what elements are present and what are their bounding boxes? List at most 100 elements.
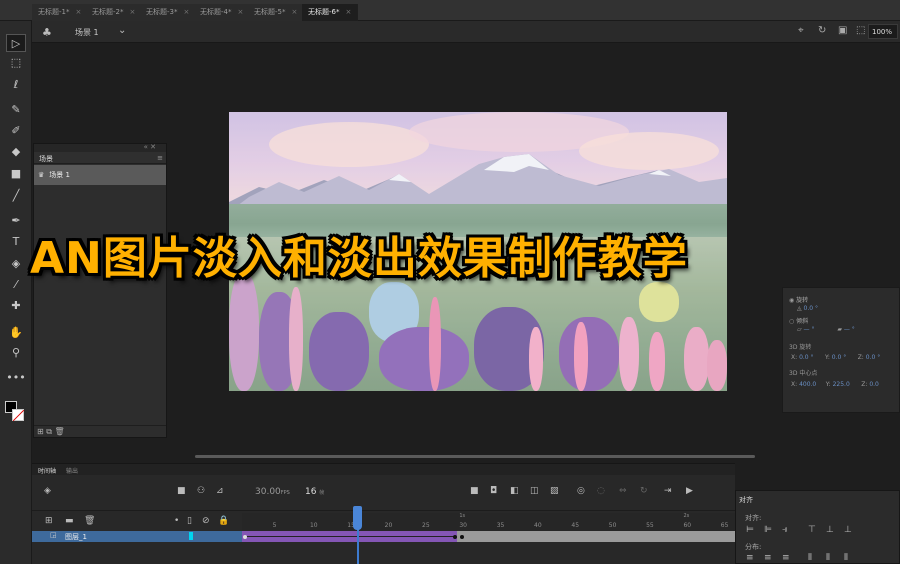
layer-frames[interactable] bbox=[242, 531, 735, 542]
text-tool-icon[interactable]: T bbox=[6, 233, 26, 251]
center-values[interactable]: X: 400.0 Y: 225.0 Z: 0.0 bbox=[791, 381, 879, 388]
layer-color-marker[interactable] bbox=[189, 532, 193, 540]
skew-values[interactable]: ▱ — ° ▰ — ° bbox=[797, 326, 855, 333]
layer-row[interactable]: ◲ 图层_1 bbox=[32, 531, 242, 542]
distribute-top-icon[interactable]: ≡ bbox=[746, 553, 754, 563]
camera-icon[interactable]: ■ bbox=[177, 486, 186, 496]
tab-doc-1[interactable]: 无标题-1* × bbox=[32, 4, 89, 21]
line-tool-icon[interactable]: ╱ bbox=[6, 187, 26, 205]
hand-tool-icon[interactable]: ✋ bbox=[6, 324, 26, 342]
eyedropper-tool-icon[interactable]: ⁄ bbox=[6, 276, 26, 294]
zoom-tool-icon[interactable]: ⚲ bbox=[6, 344, 26, 362]
onion-skin-icon[interactable]: ◎ bbox=[577, 486, 585, 496]
close-icon[interactable]: × bbox=[237, 8, 243, 16]
play-icon[interactable]: ▶ bbox=[686, 486, 693, 496]
align-top-icon[interactable]: ⊤ bbox=[808, 525, 816, 535]
tab-doc-4[interactable]: 无标题-4* × bbox=[194, 4, 251, 21]
step-icon[interactable]: ◧ bbox=[510, 486, 519, 496]
center-stage-icon[interactable]: ⌖ bbox=[798, 25, 804, 36]
align-middle-v-icon[interactable]: ⊥ bbox=[826, 525, 834, 535]
record-icon[interactable]: ◘ bbox=[490, 486, 497, 496]
fit-icon[interactable]: ⬚ bbox=[856, 25, 865, 36]
list-item-scene[interactable]: ♛ 场景 1 bbox=[34, 165, 166, 185]
keyframe-start[interactable] bbox=[243, 535, 247, 539]
scene-selector-label[interactable]: 场景 1 bbox=[75, 27, 99, 38]
zoom-input[interactable]: 100% bbox=[868, 24, 898, 39]
collapse-icon[interactable]: « ✕ bbox=[144, 143, 156, 151]
align-left-icon[interactable]: ⊨ bbox=[746, 525, 754, 535]
cz-value[interactable]: 0.0 bbox=[869, 381, 879, 388]
z-value[interactable]: 0.0 ° bbox=[866, 354, 880, 361]
skew-value-1[interactable]: — ° bbox=[804, 326, 815, 333]
blank-keyframe-icon[interactable]: ▨ bbox=[550, 486, 559, 496]
cx-value[interactable]: 400.0 bbox=[799, 381, 816, 388]
duplicate-scene-icon[interactable]: ⧉ bbox=[46, 427, 52, 436]
close-icon[interactable]: × bbox=[291, 8, 297, 16]
fps-display[interactable]: 30.00FPS bbox=[255, 487, 290, 497]
tab-doc-5[interactable]: 无标题-5* × bbox=[248, 4, 305, 21]
close-icon[interactable]: × bbox=[129, 8, 135, 16]
skew-value-2[interactable]: — ° bbox=[844, 326, 855, 333]
new-layer-icon[interactable]: ⊞ bbox=[45, 516, 53, 526]
current-frame-value[interactable]: 16 bbox=[305, 487, 316, 497]
keyframe-end[interactable] bbox=[460, 535, 465, 539]
insert-keyframe-icon[interactable]: ◫ bbox=[530, 486, 539, 496]
free-transform-tool-icon[interactable]: ⬚ bbox=[6, 54, 26, 72]
visibility-icon[interactable]: ⊘ bbox=[202, 516, 210, 526]
brush-tool-icon[interactable]: ✎ bbox=[6, 101, 26, 119]
motion-tween-span[interactable] bbox=[242, 531, 458, 542]
y-value[interactable]: 0.0 ° bbox=[832, 354, 846, 361]
align-bottom-icon[interactable]: ⊥ bbox=[844, 525, 852, 535]
more-tools-icon[interactable]: ••• bbox=[6, 369, 26, 387]
delete-scene-icon[interactable]: 🗑 bbox=[55, 427, 65, 436]
stage-horizontal-scrollbar[interactable] bbox=[195, 455, 755, 458]
close-icon[interactable]: × bbox=[183, 8, 189, 16]
panel-menu-icon[interactable]: ≡ bbox=[157, 154, 163, 162]
pen-tool-icon[interactable]: ✒ bbox=[6, 212, 26, 230]
fill-color-swatch[interactable] bbox=[12, 409, 24, 421]
eraser-tool-icon[interactable]: ◆ bbox=[6, 143, 26, 161]
rotate-value[interactable]: ◬ 0.0 ° bbox=[797, 305, 818, 312]
lasso-tool-icon[interactable]: ℓ bbox=[6, 76, 26, 94]
tab-doc-3[interactable]: 无标题-3* × bbox=[140, 4, 197, 21]
clip-content-icon[interactable]: ▣ bbox=[838, 25, 847, 36]
onion-outline-icon[interactable]: ◌ bbox=[597, 486, 605, 496]
graph-icon[interactable]: ⊿ bbox=[216, 486, 224, 496]
current-frame-display[interactable]: 16 帧 bbox=[305, 487, 324, 497]
frame-ruler[interactable]: 1s 5 10 15 20 25 30 2s 35 40 45 50 55 60 65 bbox=[242, 513, 735, 531]
playhead-handle[interactable] bbox=[353, 506, 363, 530]
add-scene-icon[interactable]: ⊞ bbox=[37, 427, 44, 436]
tab-doc-2[interactable]: 无标题-2* × bbox=[86, 4, 143, 21]
tab-doc-6[interactable]: 无标题-6* × bbox=[302, 4, 359, 21]
selection-tool-icon[interactable]: ▷ bbox=[6, 34, 26, 52]
rot3d-values[interactable]: X: 0.0 ° Y: 0.0 ° Z: 0.0 ° bbox=[791, 354, 880, 361]
layer-name[interactable]: 图层_1 bbox=[65, 532, 87, 542]
layers-icon[interactable]: ◈ bbox=[44, 486, 51, 496]
align-right-icon[interactable]: ⫣ bbox=[782, 525, 787, 535]
close-icon[interactable]: × bbox=[345, 8, 351, 16]
pencil-tool-icon[interactable]: ✐ bbox=[6, 122, 26, 140]
distribute-center-icon[interactable]: ≡ bbox=[764, 553, 772, 563]
new-folder-icon[interactable]: ▬ bbox=[65, 516, 74, 526]
distribute-bottom-icon[interactable]: ≡ bbox=[782, 553, 790, 563]
rectangle-tool-icon[interactable]: ■ bbox=[6, 165, 26, 183]
layer-depth-icon[interactable]: ⚇ bbox=[197, 486, 205, 496]
x-value[interactable]: 0.0 ° bbox=[799, 354, 813, 361]
distribute-h-center-icon[interactable]: ⦀ bbox=[826, 553, 830, 563]
loop-icon[interactable]: ↻ bbox=[640, 486, 648, 496]
distribute-right-icon[interactable]: ⦀ bbox=[844, 553, 848, 563]
align-center-h-icon[interactable]: ⊫ bbox=[764, 525, 772, 535]
stop-icon[interactable]: ■ bbox=[470, 486, 479, 496]
paint-bucket-tool-icon[interactable]: ◈ bbox=[6, 255, 26, 273]
scene-clapper-icon[interactable]: ♣ bbox=[42, 26, 52, 39]
outline-icon[interactable]: ▯ bbox=[187, 516, 192, 526]
rotate-value-text[interactable]: 0.0 ° bbox=[804, 305, 818, 312]
trash-icon[interactable]: 🗑 bbox=[84, 516, 95, 526]
edit-multiple-icon[interactable]: ⇔ bbox=[619, 486, 627, 496]
go-to-end-icon[interactable]: ⇥ bbox=[664, 486, 672, 496]
distribute-left-icon[interactable]: ⦀ bbox=[808, 553, 812, 563]
chevron-down-icon[interactable]: ⌄ bbox=[118, 25, 126, 36]
highlight-icon[interactable]: • bbox=[174, 516, 179, 526]
close-icon[interactable]: × bbox=[75, 8, 81, 16]
pin-tool-icon[interactable]: ✚ bbox=[6, 297, 26, 315]
